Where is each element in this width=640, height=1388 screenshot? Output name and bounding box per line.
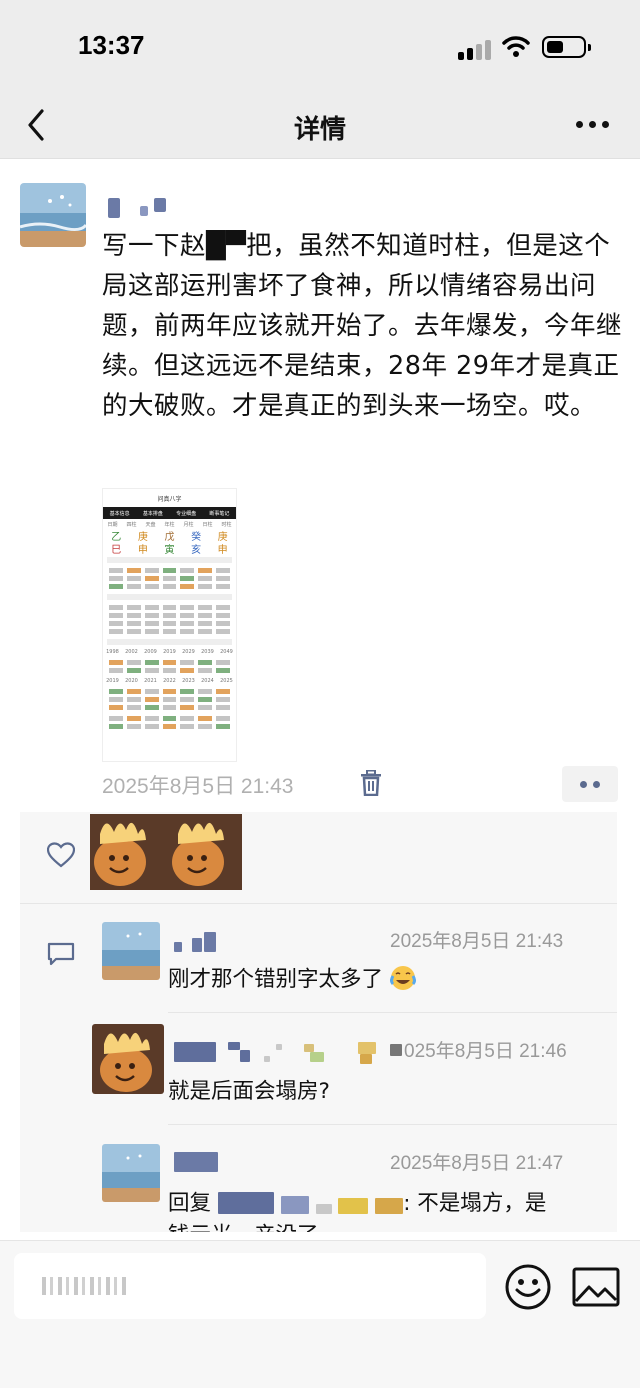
emoji-icon[interactable] — [504, 1263, 552, 1311]
comment-text-line2: 钱云光，产没了 — [168, 1218, 319, 1232]
comment-avatar[interactable] — [102, 1144, 160, 1202]
input-placeholder-redacted — [42, 1277, 126, 1295]
likes-row — [20, 812, 617, 904]
status-time: 13:37 — [78, 30, 145, 60]
image-tabs: 基本信息 基本排盘 专业细盘 断事笔记 — [103, 507, 236, 519]
post-author-avatar[interactable] — [20, 183, 86, 247]
comment-timestamp: 2025年8月5日 21:43 — [390, 931, 564, 952]
comment-avatar[interactable] — [102, 922, 160, 980]
post-image[interactable]: 问真八字 基本信息 基本排盘 专业细盘 断事笔记 日期 四柱 天盘 年柱 月柱 日柱 时柱… — [102, 488, 237, 762]
page-title: 详情 — [293, 115, 346, 145]
signal-icon — [458, 38, 494, 60]
post-more-button[interactable] — [562, 766, 618, 802]
interaction-box: 2025年8月5日 21:43 刚才那个错别字太多了 025年8月5日 21:4… — [20, 812, 617, 1232]
trash-icon[interactable] — [360, 770, 382, 796]
post-text: 写一下赵█▀把，虽然不知道时柱，但是这个局这部运刑害坏了食神，所以情绪容易出问题… — [102, 231, 623, 421]
comment-timestamp: 2025年8月5日 21:47 — [390, 1153, 564, 1174]
laugh-cry-emoji-icon — [389, 966, 416, 990]
status-bar: 13:37 — [0, 0, 640, 95]
post-author-name[interactable] — [104, 196, 194, 218]
comment-icon — [47, 942, 75, 966]
image-title: 问真八字 — [157, 495, 182, 503]
battery-icon — [542, 36, 591, 58]
more-icon[interactable] — [576, 121, 610, 129]
comment-avatar[interactable] — [92, 1024, 164, 1094]
input-bar — [0, 1240, 640, 1388]
wifi-icon — [502, 36, 530, 57]
comment-text: 就是后面会塌房? — [168, 1079, 330, 1104]
comment-text: 回复 : 不是塌方，是 — [168, 1191, 547, 1216]
heart-icon — [47, 842, 75, 868]
liker-avatar[interactable] — [166, 814, 242, 890]
comment-input[interactable] — [14, 1253, 486, 1319]
post-timestamp: 2025年8月5日 21:43 — [102, 775, 294, 798]
image-icon[interactable] — [572, 1267, 620, 1307]
nav-bar: 详情 — [0, 95, 640, 159]
comment-timestamp: 025年8月5日 21:46 — [404, 1041, 567, 1062]
comment-text: 刚才那个错别字太多了 — [168, 962, 416, 993]
liker-avatar[interactable] — [90, 814, 166, 890]
